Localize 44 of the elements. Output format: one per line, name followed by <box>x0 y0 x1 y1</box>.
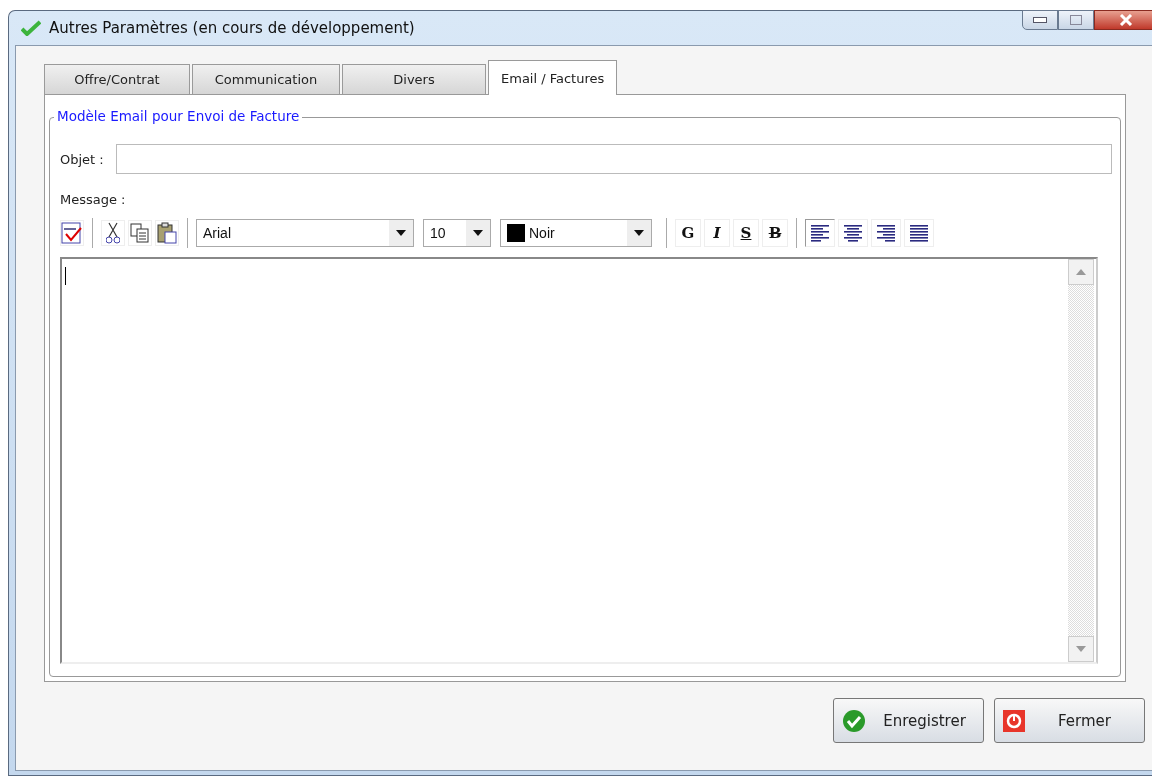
subject-field[interactable] <box>115 144 1112 174</box>
tab[interactable]: Communication <box>192 64 340 94</box>
align-right-button[interactable] <box>871 219 901 247</box>
color-dropdown[interactable]: Noir <box>500 219 652 247</box>
font-dropdown[interactable]: Arial <box>196 219 414 247</box>
message-label: Message : <box>60 192 127 207</box>
group-title: Modèle Email pour Envoi de Facture <box>54 108 303 124</box>
minimize-button[interactable] <box>1022 10 1058 30</box>
bold-button[interactable]: G <box>675 219 701 247</box>
cut-icon[interactable] <box>101 220 125 246</box>
align-justify-icon <box>910 224 928 242</box>
maximize-button[interactable] <box>1058 10 1094 30</box>
tab[interactable]: Divers <box>342 64 486 94</box>
underline-button[interactable]: S <box>733 219 759 247</box>
checkmark-icon <box>842 708 866 733</box>
power-icon <box>1003 709 1025 732</box>
window-title: Autres Paramètres (en cours de développement) <box>49 19 415 37</box>
maximize-icon <box>1070 15 1082 25</box>
size-dropdown[interactable]: 10 <box>423 219 491 247</box>
caret-icon <box>396 230 406 236</box>
align-left-button[interactable] <box>805 219 835 247</box>
minimize-icon <box>1033 17 1047 23</box>
align-left-icon <box>811 224 829 242</box>
caret-icon <box>473 230 483 236</box>
spellcheck-icon[interactable] <box>60 220 84 246</box>
save-button[interactable]: Enregistrer <box>833 698 984 743</box>
paste-icon[interactable] <box>155 220 179 246</box>
checkmark-icon <box>21 20 41 36</box>
scroll-down-icon <box>1076 646 1086 652</box>
italic-button[interactable]: I <box>704 219 730 247</box>
close-button[interactable] <box>1094 10 1152 30</box>
tab[interactable]: Email / Factures <box>488 60 618 95</box>
scrollbar[interactable] <box>1068 259 1094 662</box>
align-center-button[interactable] <box>838 219 868 247</box>
scroll-up-icon <box>1076 269 1086 275</box>
align-right-icon <box>877 224 895 242</box>
align-center-icon <box>844 224 862 242</box>
tab[interactable]: Offre/Contrat <box>44 64 190 94</box>
subject-label: Objet : <box>60 151 104 167</box>
close-icon <box>1119 14 1133 26</box>
close-button[interactable]: Fermer <box>994 698 1145 743</box>
strike-button[interactable]: B <box>762 219 788 247</box>
align-justify-button[interactable] <box>904 219 934 247</box>
caret-icon <box>634 230 644 236</box>
